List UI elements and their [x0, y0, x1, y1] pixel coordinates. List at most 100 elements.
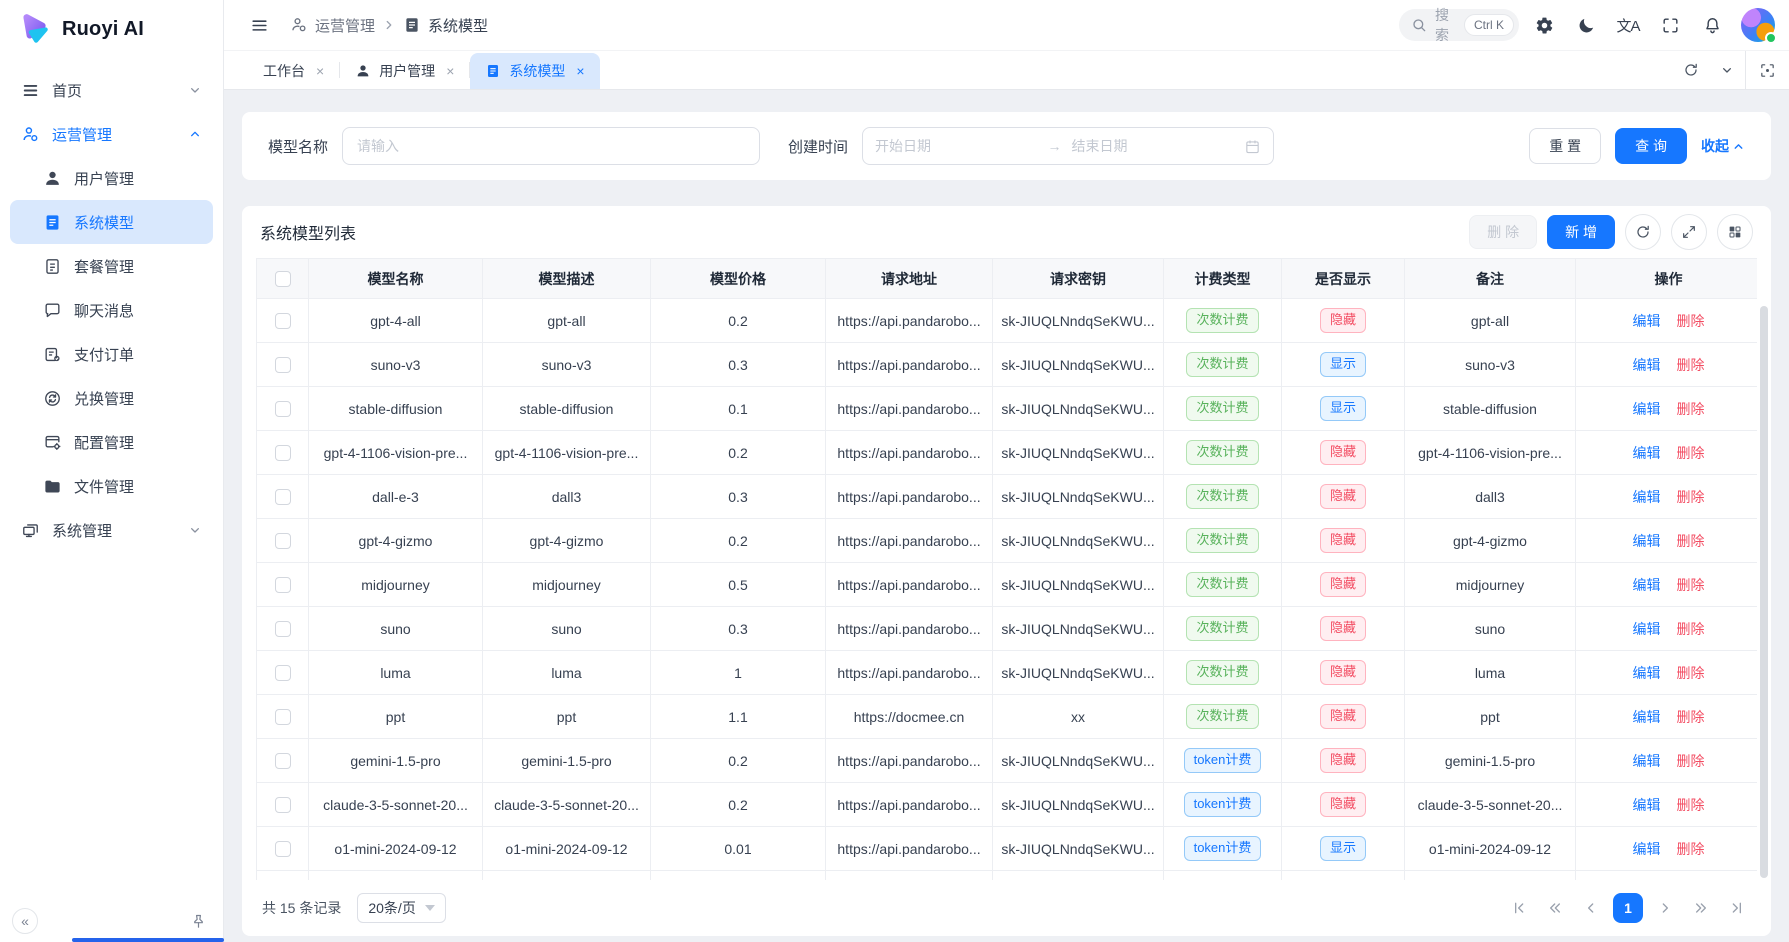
- forward-5-pages-button[interactable]: [1687, 894, 1715, 922]
- row-checkbox[interactable]: [275, 357, 291, 373]
- global-search[interactable]: 搜索 Ctrl K: [1399, 9, 1519, 41]
- date-range-picker[interactable]: 开始日期 → 结束日期: [862, 127, 1274, 165]
- edit-link[interactable]: 编辑: [1633, 753, 1661, 769]
- visibility-tag[interactable]: 隐藏: [1320, 440, 1366, 464]
- sidebar-item-models[interactable]: 系统模型: [10, 200, 213, 244]
- gear-icon[interactable]: [1527, 8, 1561, 42]
- tab-system-models[interactable]: 系统模型 ×: [470, 53, 599, 89]
- row-checkbox[interactable]: [275, 489, 291, 505]
- sidebar-item-users[interactable]: 用户管理: [10, 156, 213, 200]
- reset-button[interactable]: 重 置: [1529, 128, 1601, 164]
- delete-link[interactable]: 删除: [1677, 709, 1705, 725]
- sidebar-item-exchange[interactable]: 兑换管理: [10, 376, 213, 420]
- first-page-button[interactable]: [1505, 894, 1533, 922]
- row-checkbox[interactable]: [275, 665, 291, 681]
- refresh-icon[interactable]: [1673, 51, 1709, 89]
- delete-link[interactable]: 删除: [1677, 313, 1705, 329]
- delete-link[interactable]: 删除: [1677, 445, 1705, 461]
- visibility-tag[interactable]: 显示: [1320, 836, 1366, 860]
- edit-link[interactable]: 编辑: [1633, 313, 1661, 329]
- visibility-tag[interactable]: 显示: [1320, 396, 1366, 420]
- sidebar-collapse-button[interactable]: «: [12, 908, 38, 934]
- row-checkbox[interactable]: [275, 577, 291, 593]
- row-checkbox[interactable]: [275, 533, 291, 549]
- dark-mode-moon-icon[interactable]: [1569, 8, 1603, 42]
- visibility-tag[interactable]: 隐藏: [1320, 572, 1366, 596]
- edit-link[interactable]: 编辑: [1633, 577, 1661, 593]
- edit-link[interactable]: 编辑: [1633, 489, 1661, 505]
- edit-link[interactable]: 编辑: [1633, 797, 1661, 813]
- visibility-tag[interactable]: 隐藏: [1320, 308, 1366, 332]
- breadcrumb-item[interactable]: 运营管理: [315, 15, 375, 36]
- logo[interactable]: Ruoyi AI: [0, 0, 223, 58]
- fullscreen-icon[interactable]: [1653, 8, 1687, 42]
- expand-icon[interactable]: [1671, 214, 1707, 250]
- delete-link[interactable]: 删除: [1677, 401, 1705, 417]
- sidebar-item-chat[interactable]: 聊天消息: [10, 288, 213, 332]
- tab-users[interactable]: 用户管理 ×: [340, 53, 469, 89]
- select-all-checkbox[interactable]: [275, 271, 291, 287]
- row-checkbox[interactable]: [275, 709, 291, 725]
- edit-link[interactable]: 编辑: [1633, 709, 1661, 725]
- row-checkbox[interactable]: [275, 621, 291, 637]
- edit-link[interactable]: 编辑: [1633, 445, 1661, 461]
- chevron-down-icon[interactable]: [1709, 51, 1745, 89]
- bell-icon[interactable]: [1695, 8, 1729, 42]
- visibility-tag[interactable]: 隐藏: [1320, 616, 1366, 640]
- table-vertical-scrollbar[interactable]: [1760, 306, 1768, 878]
- visibility-tag[interactable]: 隐藏: [1320, 528, 1366, 552]
- delete-link[interactable]: 删除: [1677, 753, 1705, 769]
- delete-link[interactable]: 删除: [1677, 357, 1705, 373]
- delete-link[interactable]: 删除: [1677, 841, 1705, 857]
- page-size-select[interactable]: 20条/页: [357, 893, 445, 923]
- refresh-icon[interactable]: [1625, 214, 1661, 250]
- row-checkbox[interactable]: [275, 313, 291, 329]
- edit-link[interactable]: 编辑: [1633, 841, 1661, 857]
- delete-link[interactable]: 删除: [1677, 577, 1705, 593]
- back-5-pages-button[interactable]: [1541, 894, 1569, 922]
- prev-page-button[interactable]: [1577, 894, 1605, 922]
- add-button[interactable]: 新 增: [1547, 215, 1615, 249]
- collapse-filter-link[interactable]: 收起: [1701, 136, 1745, 156]
- hamburger-icon[interactable]: [242, 8, 276, 42]
- sidebar-item-config[interactable]: 配置管理: [10, 420, 213, 464]
- visibility-tag[interactable]: 隐藏: [1320, 484, 1366, 508]
- row-checkbox[interactable]: [275, 797, 291, 813]
- visibility-tag[interactable]: 隐藏: [1320, 748, 1366, 772]
- sidebar-item-operations[interactable]: 运营管理: [10, 112, 213, 156]
- sidebar-item-home[interactable]: 首页: [10, 68, 213, 112]
- current-page[interactable]: 1: [1613, 893, 1643, 923]
- row-checkbox[interactable]: [275, 401, 291, 417]
- visibility-tag[interactable]: 隐藏: [1320, 704, 1366, 728]
- search-button[interactable]: 查 询: [1615, 128, 1687, 164]
- close-icon[interactable]: ×: [316, 64, 324, 78]
- row-checkbox[interactable]: [275, 841, 291, 857]
- columns-icon[interactable]: [1717, 214, 1753, 250]
- language-icon[interactable]: 文A: [1611, 8, 1645, 42]
- next-page-button[interactable]: [1651, 894, 1679, 922]
- model-name-input[interactable]: [342, 127, 760, 165]
- pin-icon[interactable]: [190, 913, 207, 930]
- sidebar-scrollbar[interactable]: [72, 938, 224, 942]
- row-checkbox[interactable]: [275, 753, 291, 769]
- close-icon[interactable]: ×: [446, 64, 454, 78]
- row-checkbox[interactable]: [275, 445, 291, 461]
- delete-link[interactable]: 删除: [1677, 621, 1705, 637]
- tab-workbench[interactable]: 工作台 ×: [248, 53, 339, 89]
- last-page-button[interactable]: [1723, 894, 1751, 922]
- avatar[interactable]: [1741, 8, 1775, 42]
- delete-link[interactable]: 删除: [1677, 797, 1705, 813]
- edit-link[interactable]: 编辑: [1633, 621, 1661, 637]
- delete-button[interactable]: 删 除: [1469, 215, 1537, 249]
- delete-link[interactable]: 删除: [1677, 665, 1705, 681]
- content-fullscreen-icon[interactable]: [1745, 51, 1789, 89]
- sidebar-item-orders[interactable]: 支付订单: [10, 332, 213, 376]
- sidebar-item-files[interactable]: 文件管理: [10, 464, 213, 508]
- visibility-tag[interactable]: 显示: [1320, 352, 1366, 376]
- edit-link[interactable]: 编辑: [1633, 665, 1661, 681]
- edit-link[interactable]: 编辑: [1633, 401, 1661, 417]
- delete-link[interactable]: 删除: [1677, 489, 1705, 505]
- delete-link[interactable]: 删除: [1677, 533, 1705, 549]
- sidebar-item-packages[interactable]: 套餐管理: [10, 244, 213, 288]
- visibility-tag[interactable]: 隐藏: [1320, 660, 1366, 684]
